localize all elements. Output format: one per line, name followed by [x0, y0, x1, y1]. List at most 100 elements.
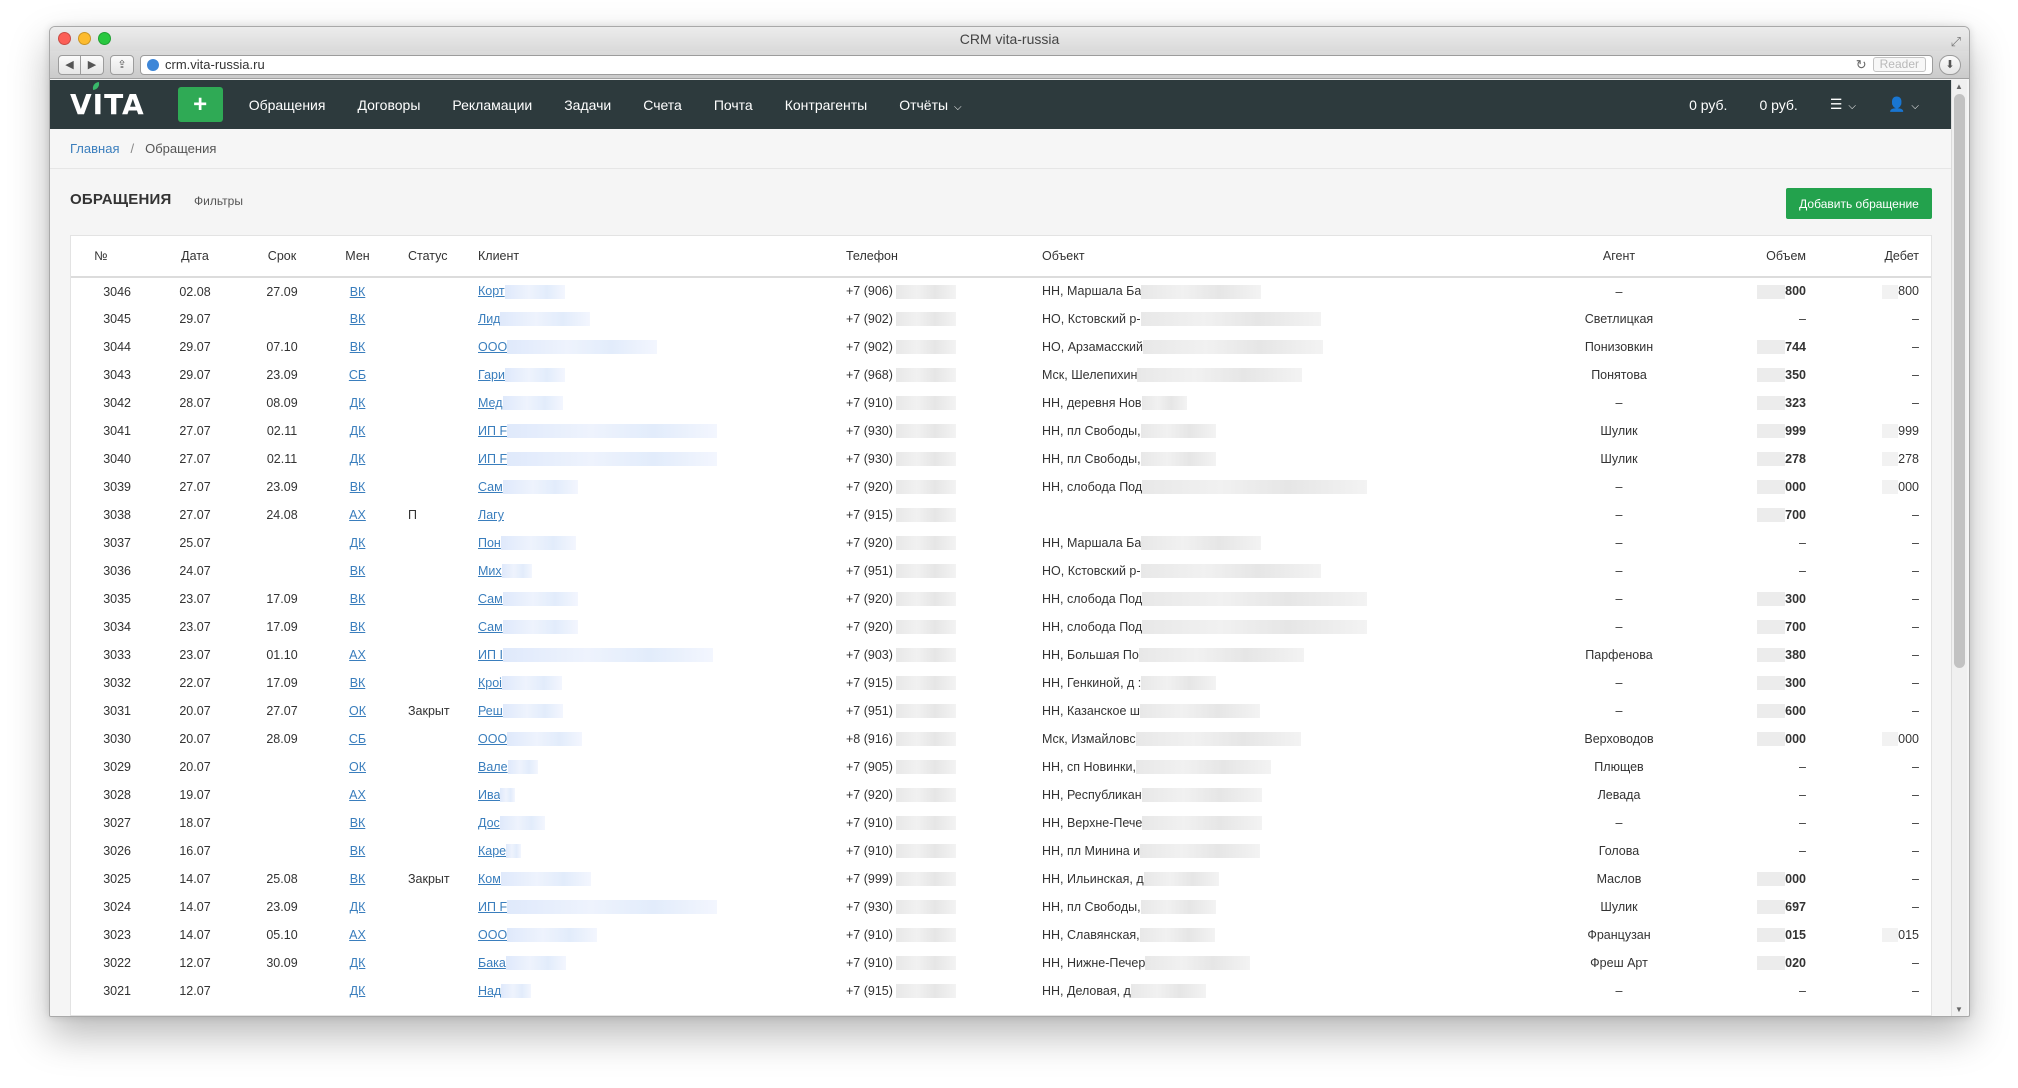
table-row[interactable]: 3025 14.07 25.08 ВК Закрыт Ком +7 (999) НН, Ил…: [71, 865, 1931, 893]
manager-link[interactable]: ДК: [350, 900, 366, 914]
table-row[interactable]: 3022 12.07 30.09 ДК Бака +7 (910) НН, Нижне-П…: [71, 949, 1931, 977]
client-link[interactable]: Вале: [478, 760, 508, 774]
vita-logo[interactable]: VITA: [70, 81, 145, 121]
manager-link[interactable]: ДК: [350, 956, 366, 970]
add-request-button[interactable]: Добавить обращение: [1786, 188, 1932, 219]
manager-link[interactable]: ДК: [350, 452, 366, 466]
table-row[interactable]: 3035 23.07 17.09 ВК Сам +7 (920) НН, слобода …: [71, 585, 1931, 613]
manager-link[interactable]: ВК: [350, 816, 366, 830]
downloads-icon[interactable]: ⬇: [1939, 54, 1961, 75]
client-link[interactable]: Над: [478, 984, 501, 998]
table-row[interactable]: 3027 18.07 ВК Дос +7 (910) НН, Верхне-Пече – –…: [71, 809, 1931, 837]
client-link[interactable]: Лагу: [478, 508, 504, 522]
client-link[interactable]: Ива: [478, 788, 500, 802]
table-row[interactable]: 3033 23.07 01.10 АХ ИП І +7 (903) НН, Большая…: [71, 641, 1931, 669]
col-header-status[interactable]: Статус: [394, 236, 464, 278]
back-button[interactable]: ◀: [58, 54, 81, 75]
table-row[interactable]: 3032 22.07 17.09 ВК Кроі +7 (915) НН, Генкино…: [71, 669, 1931, 697]
col-header-manager[interactable]: Мен: [321, 236, 394, 278]
scroll-up-arrow-icon[interactable]: ▲: [1955, 82, 1963, 91]
client-link[interactable]: ИП F: [478, 900, 507, 914]
manager-link[interactable]: ДК: [350, 396, 366, 410]
table-row[interactable]: 3031 20.07 27.07 ОК Закрыт Реш +7 (951) НН, Ка…: [71, 697, 1931, 725]
quick-add-button[interactable]: +: [177, 87, 223, 122]
col-header-date[interactable]: Дата: [147, 236, 243, 278]
manager-link[interactable]: АХ: [349, 648, 366, 662]
nav-link-obrashcheniya[interactable]: Обращения: [249, 97, 326, 113]
address-bar[interactable]: crm.vita-russia.ru ↻ Reader: [140, 54, 1933, 75]
table-row[interactable]: 3038 27.07 24.08 АХ П Лагу +7 (915) – 700 –: [71, 501, 1931, 529]
manager-link[interactable]: АХ: [349, 508, 366, 522]
table-row[interactable]: 3026 16.07 ВК Каре +7 (910) НН, пл Минина и Г…: [71, 837, 1931, 865]
nav-link-dogovory[interactable]: Договоры: [357, 97, 420, 113]
col-header-volume[interactable]: Объем: [1708, 236, 1808, 278]
table-row[interactable]: 3039 27.07 23.09 ВК Сам +7 (920) НН, слобода …: [71, 473, 1931, 501]
client-link[interactable]: Сам: [478, 592, 503, 606]
reader-button[interactable]: Reader: [1872, 57, 1926, 72]
scroll-down-arrow-icon[interactable]: ▼: [1955, 1005, 1963, 1014]
col-header-debit[interactable]: Дебет: [1808, 236, 1931, 278]
reload-icon[interactable]: ↻: [1856, 57, 1867, 73]
client-link[interactable]: ООО: [478, 732, 507, 746]
manager-link[interactable]: ВК: [350, 340, 366, 354]
client-link[interactable]: Кроі: [478, 676, 502, 690]
client-link[interactable]: Пон: [478, 536, 501, 550]
client-link[interactable]: Мих: [478, 564, 502, 578]
nav-link-kontragenty[interactable]: Контрагенты: [785, 97, 867, 113]
forward-button[interactable]: ▶: [81, 54, 104, 75]
client-link[interactable]: Гари: [478, 368, 505, 382]
manager-link[interactable]: ДК: [350, 536, 366, 550]
col-header-agent[interactable]: Агент: [1530, 236, 1708, 278]
table-row[interactable]: 3037 25.07 ДК Пон +7 (920) НН, Маршала Ба – – –: [71, 529, 1931, 557]
share-button[interactable]: ⇪: [110, 54, 134, 75]
filters-toggle[interactable]: Фильтры: [194, 194, 243, 208]
client-link[interactable]: Сам: [478, 620, 503, 634]
table-row[interactable]: 3023 14.07 05.10 АХ ООО +7 (910) НН, Славянск…: [71, 921, 1931, 949]
manager-link[interactable]: ДК: [350, 424, 366, 438]
manager-link[interactable]: ВК: [350, 872, 366, 886]
table-row[interactable]: 3045 29.07 ВК Лид +7 (902) НО, Кстовский р- С…: [71, 305, 1931, 333]
nav-link-pochta[interactable]: Почта: [714, 97, 753, 113]
table-row[interactable]: 3036 24.07 ВК Мих +7 (951) НО, Кстовский р- –…: [71, 557, 1931, 585]
client-link[interactable]: Корт: [478, 284, 505, 298]
breadcrumb-home[interactable]: Главная: [70, 141, 119, 156]
fullscreen-icon[interactable]: ⤢: [1951, 30, 1961, 54]
manager-link[interactable]: ВК: [350, 676, 366, 690]
manager-link[interactable]: ВК: [350, 480, 366, 494]
manager-link[interactable]: АХ: [349, 928, 366, 942]
table-row[interactable]: 3028 19.07 АХ Ива +7 (920) НН, Республикан Ле…: [71, 781, 1931, 809]
manager-link[interactable]: ВК: [350, 592, 366, 606]
client-link[interactable]: Лид: [478, 312, 500, 326]
scrollbar-thumb[interactable]: [1954, 94, 1965, 668]
client-link[interactable]: ООО: [478, 340, 507, 354]
client-link[interactable]: Мед: [478, 396, 503, 410]
user-dropdown[interactable]: 👤 ⌵: [1888, 96, 1919, 113]
manager-link[interactable]: ДК: [350, 984, 366, 998]
page-scrollbar[interactable]: ▲ ▼: [1951, 80, 1967, 1016]
nav-link-reklamatsii[interactable]: Рекламации: [452, 97, 532, 113]
client-link[interactable]: Бака: [478, 956, 506, 970]
col-header-object[interactable]: Объект: [1038, 236, 1530, 278]
minimize-window-button[interactable]: [78, 32, 91, 45]
table-row[interactable]: 3029 20.07 ОК Вале +7 (905) НН, сп Новинки, П…: [71, 753, 1931, 781]
nav-link-zadachi[interactable]: Задачи: [564, 97, 611, 113]
settings-dropdown[interactable]: ☰ ⌵: [1830, 96, 1856, 113]
nav-reports-dropdown[interactable]: Отчёты ⌵: [899, 97, 961, 113]
manager-link[interactable]: ВК: [350, 564, 366, 578]
table-row[interactable]: 3041 27.07 02.11 ДК ИП F +7 (930) НН, пл Своб…: [71, 417, 1931, 445]
table-row[interactable]: 3034 23.07 17.09 ВК Сам +7 (920) НН, слобода …: [71, 613, 1931, 641]
nav-link-scheta[interactable]: Счета: [643, 97, 682, 113]
manager-link[interactable]: ВК: [350, 620, 366, 634]
client-link[interactable]: Реш: [478, 704, 503, 718]
client-link[interactable]: ИП F: [478, 424, 507, 438]
table-row[interactable]: 3043 29.07 23.09 СБ Гари +7 (968) Мск, Шелепи…: [71, 361, 1931, 389]
table-row[interactable]: 3044 29.07 07.10 ВК ООО +7 (902) НО, Арзамасс…: [71, 333, 1931, 361]
table-row[interactable]: 3021 12.07 ДК Над +7 (915) НН, Деловая, д – – –: [71, 977, 1931, 1005]
client-link[interactable]: ООО: [478, 928, 507, 942]
client-link[interactable]: Дос: [478, 816, 500, 830]
table-row[interactable]: 3024 14.07 23.09 ДК ИП F +7 (930) НН, пл Своб…: [71, 893, 1931, 921]
table-row[interactable]: 3042 28.07 08.09 ДК Мед +7 (910) НН, деревня …: [71, 389, 1931, 417]
table-row[interactable]: 3030 20.07 28.09 СБ ООО +8 (916) Мск, Измайло…: [71, 725, 1931, 753]
col-header-due[interactable]: Срок: [243, 236, 321, 278]
manager-link[interactable]: ВК: [350, 844, 366, 858]
